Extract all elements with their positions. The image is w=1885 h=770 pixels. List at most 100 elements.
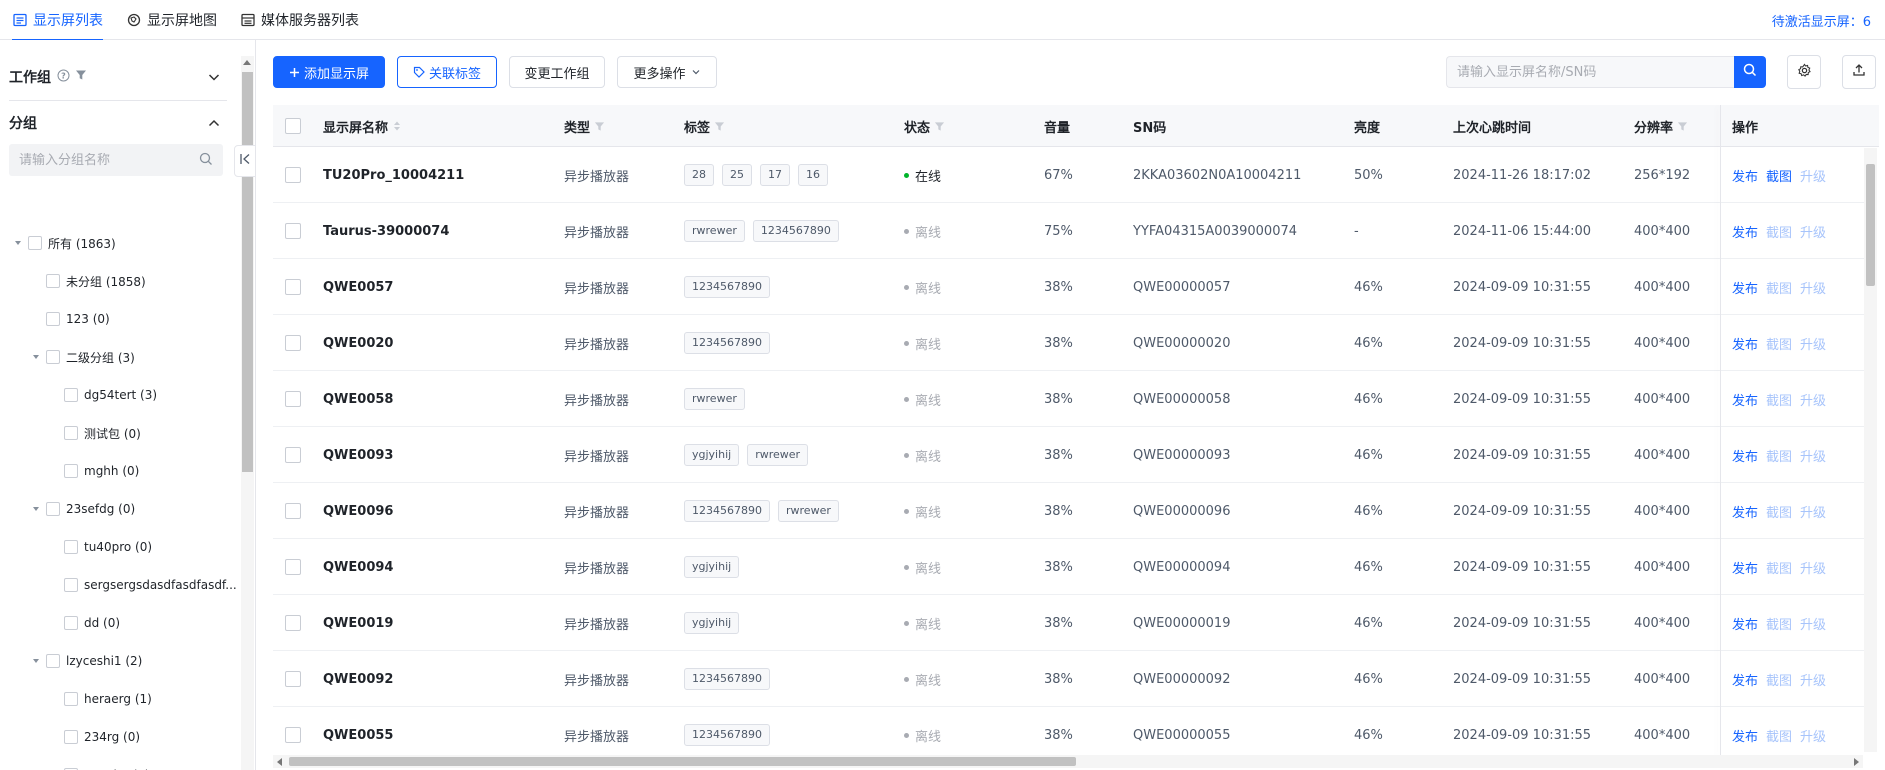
- publish-link[interactable]: 发布: [1732, 278, 1758, 297]
- upgrade-link[interactable]: 升级: [1800, 334, 1826, 353]
- collapse-sidebar-button[interactable]: [234, 145, 256, 177]
- tree-item-checkbox[interactable]: [46, 312, 60, 326]
- row-checkbox[interactable]: [285, 167, 301, 183]
- upgrade-link[interactable]: 升级: [1800, 222, 1826, 241]
- table-row[interactable]: QWE0020 异步播放器 1234567890 离线 38% QWE00000020 46…: [273, 315, 1873, 371]
- link-tag-button[interactable]: 关联标签: [397, 56, 497, 88]
- publish-link[interactable]: 发布: [1732, 390, 1758, 409]
- tree-item[interactable]: heraerg (1): [64, 688, 152, 710]
- upgrade-link[interactable]: 升级: [1800, 502, 1826, 521]
- row-checkbox[interactable]: [285, 727, 301, 743]
- scroll-up-arrow[interactable]: [243, 60, 251, 65]
- tree-item[interactable]: 123 (0): [46, 308, 110, 330]
- caret-down-icon[interactable]: [30, 503, 42, 515]
- change-workgroup-button[interactable]: 变更工作组: [509, 56, 605, 88]
- column-header-resolution[interactable]: 分辨率: [1634, 105, 1688, 147]
- upgrade-link[interactable]: 升级: [1800, 614, 1826, 633]
- tree-item-checkbox[interactable]: [46, 350, 60, 364]
- tree-item-checkbox[interactable]: [64, 426, 78, 440]
- publish-link[interactable]: 发布: [1732, 502, 1758, 521]
- tree-item[interactable]: 未分组 (1858): [46, 270, 146, 292]
- row-checkbox[interactable]: [285, 559, 301, 575]
- upgrade-link[interactable]: 升级: [1800, 390, 1826, 409]
- caret-down-icon[interactable]: [30, 655, 42, 667]
- screenshot-link[interactable]: 截图: [1766, 278, 1792, 297]
- table-row[interactable]: TU20Pro_10004211 异步播放器 28 25 17 16 在线 67% 2KKA03…: [273, 147, 1873, 203]
- publish-link[interactable]: 发布: [1732, 614, 1758, 633]
- display-search-input[interactable]: [1457, 64, 1717, 80]
- search-button[interactable]: [1734, 56, 1766, 88]
- tab-display-map[interactable]: 显示屏地图: [126, 0, 217, 40]
- filter-icon[interactable]: [714, 121, 725, 132]
- tab-media-server-list[interactable]: 媒体服务器列表: [240, 0, 359, 40]
- tree-item[interactable]: 测试包 (0): [64, 422, 141, 444]
- screenshot-link[interactable]: 截图: [1766, 670, 1792, 689]
- tab-display-list[interactable]: 显示屏列表: [12, 0, 103, 41]
- more-actions-button[interactable]: 更多操作: [617, 56, 717, 88]
- upgrade-link[interactable]: 升级: [1800, 166, 1826, 185]
- column-header-name[interactable]: 显示屏名称: [323, 105, 402, 147]
- column-header-status[interactable]: 状态: [904, 105, 945, 147]
- search-icon[interactable]: [199, 152, 213, 170]
- table-row[interactable]: QWE0093 异步播放器 ygjyihij rwrewer 离线 38% QWE00000…: [273, 427, 1873, 483]
- screenshot-link[interactable]: 截图: [1766, 614, 1792, 633]
- tree-item[interactable]: dd (0): [64, 612, 120, 634]
- tree-item[interactable]: dg54tert (3): [64, 384, 157, 406]
- pending-activation-link[interactable]: 待激活显示屏：6: [1772, 0, 1871, 40]
- screenshot-link[interactable]: 截图: [1766, 502, 1792, 521]
- screenshot-link[interactable]: 截图: [1766, 166, 1792, 185]
- publish-link[interactable]: 发布: [1732, 558, 1758, 577]
- group-search-input[interactable]: [19, 152, 189, 168]
- scrollbar-thumb[interactable]: [1866, 164, 1875, 286]
- tree-item-checkbox[interactable]: [64, 730, 78, 744]
- table-horizontal-scrollbar[interactable]: [273, 755, 1863, 768]
- row-checkbox[interactable]: [285, 615, 301, 631]
- row-checkbox[interactable]: [285, 279, 301, 295]
- tree-item-checkbox[interactable]: [46, 654, 60, 668]
- filter-icon[interactable]: [1677, 121, 1688, 132]
- publish-link[interactable]: 发布: [1732, 446, 1758, 465]
- upgrade-link[interactable]: 升级: [1800, 558, 1826, 577]
- screenshot-link[interactable]: 截图: [1766, 446, 1792, 465]
- column-header-tags[interactable]: 标签: [684, 105, 725, 147]
- screenshot-link[interactable]: 截图: [1766, 726, 1792, 745]
- screenshot-link[interactable]: 截图: [1766, 334, 1792, 353]
- row-checkbox[interactable]: [285, 503, 301, 519]
- caret-down-icon[interactable]: [12, 237, 24, 249]
- table-row[interactable]: QWE0058 异步播放器 rwrewer 离线 38% QWE00000058 46% 20…: [273, 371, 1873, 427]
- table-vertical-scrollbar[interactable]: [1864, 148, 1877, 752]
- publish-link[interactable]: 发布: [1732, 222, 1758, 241]
- publish-link[interactable]: 发布: [1732, 334, 1758, 353]
- tree-item-checkbox[interactable]: [46, 274, 60, 288]
- group-header[interactable]: 分组: [0, 98, 230, 148]
- row-checkbox[interactable]: [285, 223, 301, 239]
- screenshot-link[interactable]: 截图: [1766, 222, 1792, 241]
- row-checkbox[interactable]: [285, 671, 301, 687]
- upgrade-link[interactable]: 升级: [1800, 446, 1826, 465]
- row-checkbox[interactable]: [285, 391, 301, 407]
- tree-item-checkbox[interactable]: [64, 578, 78, 592]
- tree-item[interactable]: 二级分组 (3): [30, 346, 135, 368]
- tree-item[interactable]: 234rg (0): [64, 726, 140, 748]
- tree-item[interactable]: lzyceshi1 (2): [30, 650, 142, 672]
- table-row[interactable]: QWE0094 异步播放器 ygjyihij 离线 38% QWE00000094 46% 2…: [273, 539, 1873, 595]
- select-all-checkbox[interactable]: [285, 118, 301, 134]
- tree-item[interactable]: sergsergsdasdfasdfasdf...: [64, 574, 237, 596]
- publish-link[interactable]: 发布: [1732, 726, 1758, 745]
- table-row[interactable]: QWE0092 异步播放器 1234567890 离线 38% QWE00000092 46…: [273, 651, 1873, 707]
- row-checkbox[interactable]: [285, 447, 301, 463]
- tree-item[interactable]: 23sefdg (0): [30, 498, 135, 520]
- tree-item-checkbox[interactable]: [46, 502, 60, 516]
- chevron-down-icon[interactable]: [204, 67, 224, 87]
- upgrade-link[interactable]: 升级: [1800, 278, 1826, 297]
- tree-item[interactable]: mghh (0): [64, 460, 139, 482]
- tree-item-checkbox[interactable]: [64, 464, 78, 478]
- filter-icon[interactable]: [75, 69, 87, 85]
- upgrade-link[interactable]: 升级: [1800, 670, 1826, 689]
- scrollbar-thumb[interactable]: [289, 757, 1076, 766]
- scroll-left-arrow[interactable]: [277, 758, 282, 766]
- column-header-type[interactable]: 类型: [564, 105, 605, 147]
- tree-item[interactable]: wergbn (0): [64, 764, 150, 770]
- table-row[interactable]: Taurus-39000074 异步播放器 rwrewer 1234567890 离线 7…: [273, 203, 1873, 259]
- publish-link[interactable]: 发布: [1732, 166, 1758, 185]
